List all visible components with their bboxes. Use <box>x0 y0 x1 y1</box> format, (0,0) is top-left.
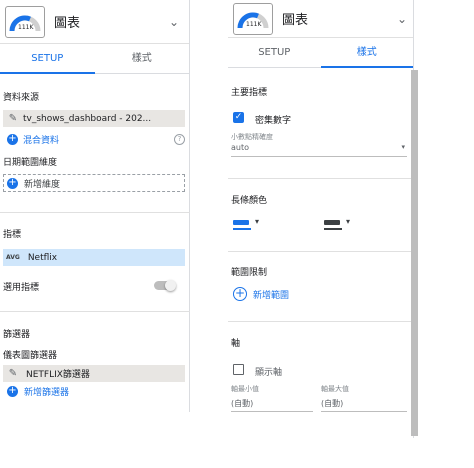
chevron-down-icon[interactable]: ⌄ <box>165 15 183 29</box>
gauge-chart-icon <box>233 2 273 35</box>
tab-bar: SETUP 樣式 <box>228 38 413 68</box>
compact-numbers-checkbox[interactable]: ✓ <box>233 112 244 123</box>
filter-chip-label: NETFLIX篩選器 <box>26 370 90 380</box>
right-properties-panel: 111K 圖表 ⌄ SETUP 樣式 主要指標 ✓ 密集數字 小數點精確度 au… <box>228 0 414 438</box>
show-axis-checkbox[interactable] <box>233 364 244 375</box>
data-source-chip[interactable]: ✎ tv_shows_dashboard - 202... <box>3 110 185 127</box>
add-dimension-label: 新增維度 <box>24 179 61 190</box>
divider <box>0 212 190 213</box>
divider <box>0 311 190 312</box>
pencil-icon[interactable]: ✎ <box>3 113 23 124</box>
axis-min-input[interactable]: (自動) <box>231 398 313 412</box>
add-circle-icon: + <box>233 286 247 301</box>
tab-setup[interactable]: SETUP <box>228 38 321 67</box>
add-range-label: 新增範圍 <box>253 290 290 301</box>
chart-header: 111K 圖表 ⌄ <box>0 0 189 44</box>
chart-header: 111K 圖表 ⌄ <box>228 0 413 38</box>
gauge-value-text: 111K <box>18 24 34 31</box>
add-icon: + <box>7 133 18 145</box>
color-underline <box>324 228 342 230</box>
help-icon[interactable]: ? <box>174 134 185 145</box>
divider <box>228 251 412 252</box>
tab-style[interactable]: 樣式 <box>95 44 190 73</box>
add-filter-label: 新增篩選器 <box>24 388 70 398</box>
chart-title: 圖表 <box>282 13 309 28</box>
metric-field-name: Netflix <box>27 252 58 263</box>
chevron-down-icon[interactable]: ⌄ <box>393 12 411 26</box>
bar-color-heading: 長條顏色 <box>231 196 268 206</box>
decimal-precision-select[interactable]: auto ▾ <box>231 143 407 157</box>
add-range-row[interactable]: + 新增範圍 <box>233 287 289 301</box>
dropdown-arrow-icon: ▾ <box>401 143 405 151</box>
compact-numbers-label: 密集數字 <box>255 116 292 126</box>
divider <box>228 178 412 179</box>
axis-max-input[interactable]: (自動) <box>321 398 407 412</box>
data-source-name: tv_shows_dashboard - 202... <box>23 113 152 124</box>
add-filter-row[interactable]: + 新增篩選器 <box>7 385 69 398</box>
divider <box>228 321 412 322</box>
optional-metric-label: 選用指標 <box>3 283 40 293</box>
bar-color-1-picker[interactable]: ▾ <box>233 217 263 232</box>
left-properties-panel: 111K 圖表 ⌄ SETUP 樣式 資料來源 ✎ tv_shows_dashb… <box>0 0 190 412</box>
metric-heading: 指標 <box>3 230 22 240</box>
color-underline <box>233 228 251 230</box>
decimal-precision-label: 小數點精確度 <box>231 133 273 141</box>
filter-heading: 篩選器 <box>3 330 31 340</box>
add-dimension-dropzone[interactable]: + 新增維度 <box>3 174 185 192</box>
dropdown-arrow-icon: ▾ <box>346 217 351 226</box>
primary-metric-heading: 主要指標 <box>231 88 268 98</box>
toggle-knob <box>165 280 176 291</box>
metric-chip[interactable]: AVG Netflix <box>3 249 185 266</box>
decimal-precision-value: auto <box>231 143 250 152</box>
date-range-heading: 日期範圍維度 <box>3 158 58 168</box>
chart-filter-heading: 儀表圖篩選器 <box>3 351 58 361</box>
blend-data-row[interactable]: + 混合資料 ? <box>7 133 185 146</box>
axis-min-label: 軸最小值 <box>231 385 259 393</box>
tab-bar: SETUP 樣式 <box>0 44 189 74</box>
color-swatch <box>233 220 249 225</box>
gauge-value-text: 111K <box>246 21 262 28</box>
vertical-scrollbar[interactable] <box>411 70 418 436</box>
chart-title: 圖表 <box>54 16 81 31</box>
data-source-heading: 資料來源 <box>3 93 40 103</box>
dropdown-arrow-icon: ▾ <box>255 217 260 226</box>
show-axis-label: 顯示軸 <box>255 368 283 378</box>
range-limits-heading: 範圍限制 <box>231 268 268 278</box>
gauge-chart-icon <box>5 5 45 38</box>
axis-max-label: 軸最大值 <box>321 385 349 393</box>
tab-style[interactable]: 樣式 <box>320 38 414 68</box>
axis-heading: 軸 <box>231 339 241 349</box>
blend-data-label: 混合資料 <box>23 136 60 146</box>
add-icon: + <box>7 176 18 189</box>
add-icon: + <box>7 385 18 397</box>
bar-color-2-picker[interactable]: ▾ <box>324 217 354 232</box>
filter-chip[interactable]: ✎ NETFLIX篩選器 <box>3 365 185 382</box>
pencil-icon[interactable]: ✎ <box>3 368 23 379</box>
color-swatch <box>324 220 340 225</box>
aggregation-label[interactable]: AVG <box>6 254 20 261</box>
tab-setup[interactable]: SETUP <box>0 44 95 74</box>
optional-metric-toggle[interactable] <box>154 280 176 291</box>
